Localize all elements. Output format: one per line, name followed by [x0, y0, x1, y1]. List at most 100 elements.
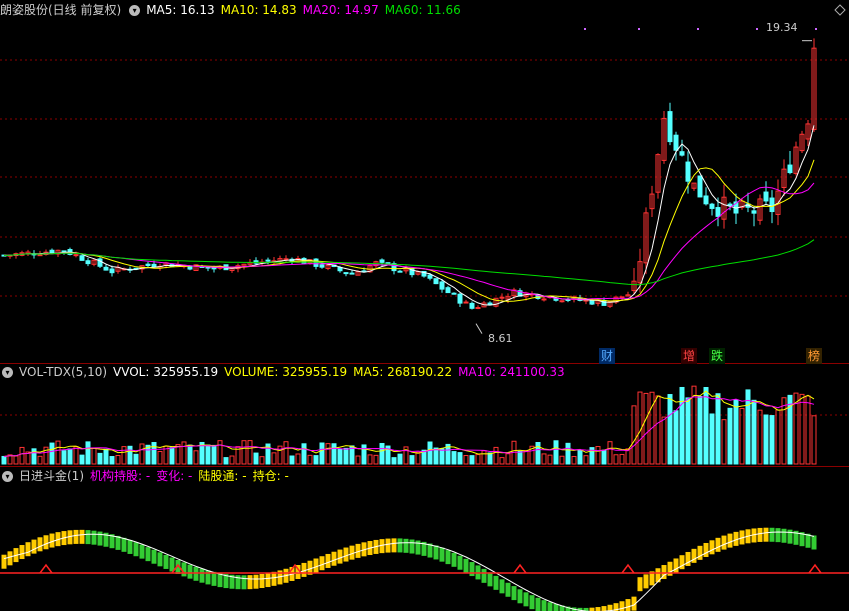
volume-bar	[379, 442, 385, 465]
indicator-bar	[727, 533, 733, 548]
indicator-bar	[697, 545, 703, 560]
volume-bar	[619, 453, 625, 465]
indicator-bar	[127, 539, 133, 554]
candle-body	[397, 270, 403, 273]
volume-bar	[613, 454, 619, 465]
event-tag-zeng[interactable]: 增	[681, 348, 697, 364]
volume-bar	[115, 455, 121, 465]
volume-bar	[493, 446, 499, 465]
indicator-bar	[217, 573, 223, 588]
event-tag-bang[interactable]: 榜	[806, 348, 822, 364]
volume-bar	[811, 415, 817, 465]
top-event-dot	[638, 28, 640, 30]
indicator-bar	[391, 538, 397, 553]
volume-bar	[295, 453, 301, 465]
price-panel-header: 朗姿股份(日线 前复权) ▾ MA5: 16.13 MA10: 14.83 MA20: …	[0, 2, 467, 18]
candle-body	[349, 272, 355, 275]
ma20-line	[3, 182, 815, 300]
volume-bar	[535, 441, 541, 465]
volume-bar	[577, 449, 583, 465]
indicator-bar	[505, 582, 511, 597]
volume-bar	[151, 442, 157, 465]
volume-bar	[757, 409, 763, 465]
candle-body	[475, 307, 481, 310]
indicator-bar	[157, 552, 163, 567]
volume-bar	[283, 441, 289, 465]
indicator-bar	[181, 562, 187, 577]
indicator-bar	[469, 562, 475, 577]
event-tag-die[interactable]: 跌	[709, 348, 725, 364]
volume-bar	[109, 456, 115, 465]
indicator-bar	[775, 528, 781, 543]
volume-bar	[643, 392, 649, 465]
top-event-dot	[584, 28, 586, 30]
indicator-bar	[343, 547, 349, 562]
indicator-bar	[781, 528, 787, 543]
volume-bar	[313, 455, 319, 465]
candle-body	[283, 258, 289, 261]
volume-bar	[469, 455, 475, 465]
volume-bar	[181, 441, 187, 465]
volume-bar	[679, 386, 685, 465]
indicator-bar	[43, 535, 49, 550]
volume-bar	[271, 452, 277, 465]
chevron-down-icon[interactable]: ▾	[129, 5, 141, 16]
candle-body	[451, 292, 457, 295]
indicator-bar	[535, 597, 541, 611]
volume-bar	[337, 448, 343, 465]
volume-bar	[289, 455, 295, 465]
low-pointer	[475, 323, 483, 334]
event-tag-cai[interactable]: 财	[599, 348, 615, 364]
indicator-bar	[523, 592, 529, 607]
indicator-bar	[19, 545, 25, 560]
volume-bar	[523, 450, 529, 465]
candle-body	[469, 302, 475, 309]
chevron-down-icon[interactable]: ▾	[2, 471, 13, 482]
indicator-bar	[589, 607, 595, 611]
volume-bar	[301, 443, 307, 465]
volume-bar	[103, 448, 109, 465]
volume-bar	[49, 442, 55, 465]
indicator-bar	[547, 602, 553, 611]
chevron-down-icon[interactable]: ▾	[2, 367, 13, 378]
volume-bar	[709, 413, 715, 465]
indicator-bar	[319, 556, 325, 571]
indicator-bar	[457, 555, 463, 570]
volume-bar	[307, 454, 313, 465]
indicator-bar	[139, 544, 145, 559]
candle-body	[787, 164, 793, 174]
indicator-bar	[487, 572, 493, 587]
indicator-bar	[763, 527, 769, 542]
volume-bar	[781, 397, 787, 465]
candle-body	[487, 302, 493, 306]
indicator-bar	[445, 550, 451, 565]
volume-bar	[85, 441, 91, 465]
volume-bar	[673, 410, 679, 465]
volume-bar	[499, 457, 505, 465]
candle-body	[667, 111, 673, 143]
top-event-dot	[815, 28, 817, 30]
volume-bar	[661, 416, 667, 465]
candle-body	[559, 300, 565, 303]
volume-bar	[157, 451, 163, 465]
volume-bar	[67, 448, 73, 465]
indicator-bar	[463, 558, 469, 573]
indicator-bar	[73, 529, 79, 544]
volume-bar	[553, 440, 559, 465]
indicator-signal-marker	[39, 563, 53, 574]
volume-bar	[475, 454, 481, 465]
vol-indicator-name[interactable]: VOL-TDX(5,10)	[19, 365, 107, 379]
volume-bar	[715, 393, 721, 465]
indicator-signal-marker	[621, 563, 635, 574]
stock-title[interactable]: 朗姿股份(日线 前复权)	[0, 3, 121, 17]
indicator-bar	[331, 551, 337, 566]
indicator-name[interactable]: 日进斗金(1)	[19, 469, 84, 483]
indicator-bar	[787, 529, 793, 544]
candle-body	[697, 175, 703, 198]
indicator-bar	[709, 540, 715, 555]
indicator-bar	[439, 547, 445, 562]
indicator-bar	[169, 557, 175, 572]
volume-bar	[667, 394, 673, 465]
volume-bar	[763, 414, 769, 465]
ma60-readout: MA60: 11.66	[384, 3, 461, 17]
